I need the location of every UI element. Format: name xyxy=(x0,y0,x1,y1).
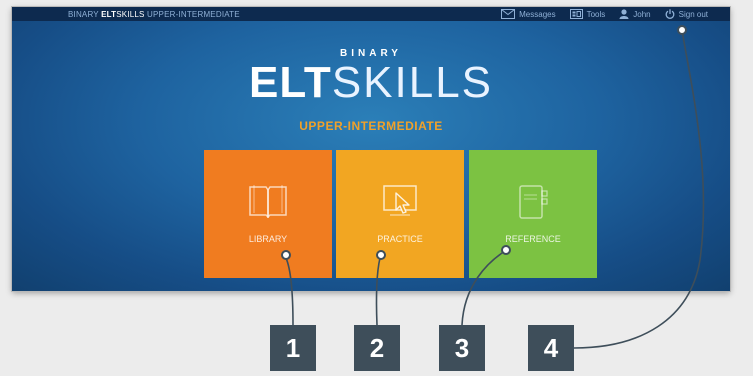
callout-3: 3 xyxy=(439,325,485,371)
callout-line-4 xyxy=(573,29,705,349)
callout-dot-4 xyxy=(677,25,687,35)
callout-line-2 xyxy=(375,257,381,326)
callout-line-1 xyxy=(285,257,294,326)
callout-line-3 xyxy=(461,250,506,326)
callout-1: 1 xyxy=(270,325,316,371)
callout-dot-2 xyxy=(376,250,386,260)
callout-dot-1 xyxy=(281,250,291,260)
callout-lines xyxy=(281,25,705,349)
callout-2: 2 xyxy=(354,325,400,371)
callout-dot-3 xyxy=(501,245,511,255)
callout-4: 4 xyxy=(528,325,574,371)
